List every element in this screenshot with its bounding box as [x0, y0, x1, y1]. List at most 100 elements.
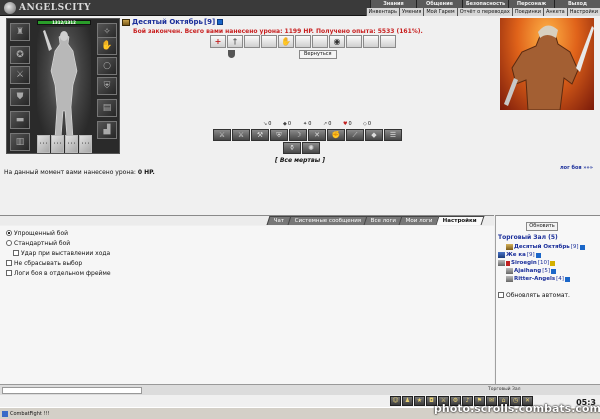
battle-log-link[interactable]: лог боя »»»	[560, 165, 593, 171]
info-icon[interactable]	[579, 244, 585, 250]
action-slot-button[interactable]: ✋	[278, 35, 294, 48]
list-item[interactable]: Десятый Октябрь [9]	[498, 243, 598, 251]
battle-item[interactable]: ⚱	[283, 142, 301, 154]
option-standard-battle[interactable]: Стандартный бой	[6, 238, 488, 248]
battle-item[interactable]: ✕	[308, 129, 326, 141]
subnav-profile[interactable]: Анкета	[542, 8, 567, 16]
toolbar-button[interactable]: ★	[414, 396, 425, 406]
option-separate-frame[interactable]: Логи боя в отдельном фрейме	[6, 268, 488, 278]
slot-pocket-3[interactable]: ⋯	[65, 135, 78, 153]
subnav-transfers[interactable]: Отчёт о переводах	[456, 8, 512, 16]
subnav-inventory[interactable]: Инвентарь	[365, 8, 399, 16]
taskbar-window-button[interactable]: CombatFight !!!	[2, 410, 49, 418]
action-slot-button[interactable]: ◉	[329, 35, 345, 48]
battle-item[interactable]: ⟋	[346, 129, 364, 141]
chat-strip: Торговый Зал	[0, 384, 600, 395]
nav-communication[interactable]: Общение	[416, 0, 462, 8]
action-slot-button[interactable]	[295, 35, 311, 48]
slot-boots[interactable]: ▟	[97, 121, 117, 139]
player-name[interactable]: Ajaihang	[514, 268, 541, 274]
tab-my-logs[interactable]: Мои логи	[398, 216, 441, 225]
auto-refresh-option[interactable]: Обновлять автомат.	[498, 290, 570, 300]
slot-shield[interactable]: ⛨	[97, 77, 117, 95]
slot-pocket-2[interactable]: ⋯	[51, 135, 64, 153]
tab-settings[interactable]: Настройки	[435, 216, 485, 225]
subnav-harem[interactable]: Мой Гарем	[423, 8, 457, 16]
back-button[interactable]: Вернуться	[299, 49, 337, 59]
refresh-button[interactable]: Обновить	[526, 222, 558, 231]
slot-amulet[interactable]: ✪	[10, 46, 30, 64]
player-name[interactable]: Ritter-Angels	[514, 276, 555, 282]
toolbar-button[interactable]: ☺	[390, 396, 401, 406]
option-strike-on-move[interactable]: Удар при выставлении хода	[6, 248, 488, 258]
action-slot-button[interactable]	[261, 35, 277, 48]
checkbox[interactable]	[6, 270, 12, 276]
tab-system-messages[interactable]: Системные сообщения	[287, 216, 369, 225]
nav-security[interactable]: Безопасность	[462, 0, 508, 8]
slot-ring[interactable]: ○	[97, 57, 117, 75]
info-icon[interactable]	[564, 276, 570, 282]
info-icon[interactable]	[217, 19, 224, 25]
option-simplified-battle[interactable]: Упрощенный бой	[6, 228, 488, 238]
checkbox[interactable]	[13, 250, 19, 256]
slot-weapon[interactable]: ⚔	[10, 66, 30, 84]
info-icon[interactable]	[551, 268, 557, 274]
hand-icon: ✋	[281, 37, 291, 46]
slot-armor[interactable]: ⛊	[10, 88, 30, 106]
heal-button[interactable]: +	[210, 35, 226, 48]
slot-belt[interactable]: ▬	[10, 111, 30, 129]
radio-button[interactable]	[6, 240, 12, 246]
player-name[interactable]: Же ка	[506, 252, 526, 258]
battle-item[interactable]: ⚔	[213, 129, 231, 141]
slot-bracer[interactable]: ▤	[97, 99, 117, 117]
battle-item[interactable]: ☽	[289, 129, 307, 141]
battle-item[interactable]: ⚔	[232, 129, 250, 141]
battle-item[interactable]: ⛨	[270, 129, 288, 141]
slot-pocket-4[interactable]: ⋯	[79, 135, 92, 153]
slot-gloves[interactable]: ✋	[97, 37, 117, 55]
player-name[interactable]: Siroegin	[511, 260, 537, 266]
nav-knowledge[interactable]: Знания	[370, 0, 416, 8]
list-item[interactable]: Ajaihang [5]	[498, 267, 598, 275]
battle-item[interactable]: ⚒	[251, 129, 269, 141]
checkbox[interactable]	[6, 260, 12, 266]
option-keep-choice[interactable]: Не сбрасывать выбор	[6, 258, 488, 268]
info-icon[interactable]	[550, 260, 556, 266]
list-item[interactable]: Siroegin [10]	[498, 259, 598, 267]
slot-pants[interactable]: ▥	[10, 133, 30, 151]
subnav-settings[interactable]: Настройки	[566, 8, 600, 16]
player-name[interactable]: Десятый Октябрь	[514, 244, 570, 250]
battle-item[interactable]: ☰	[384, 129, 402, 141]
action-slot-button[interactable]	[244, 35, 260, 48]
character-title: Десятый Октябрь [9]	[122, 18, 224, 26]
action-slot-button[interactable]	[346, 35, 362, 48]
cross-icon: ✕	[314, 131, 320, 139]
battle-item[interactable]: ✊	[327, 129, 345, 141]
toolbar-button[interactable]: ♟	[402, 396, 413, 406]
list-item[interactable]: Ritter-Angels [4]	[498, 275, 598, 283]
damage-value: 0 HP.	[137, 169, 155, 176]
info-icon[interactable]	[535, 252, 541, 258]
nav-exit[interactable]: Выход	[554, 0, 600, 8]
flame-icon: ✺	[308, 144, 314, 152]
heart-icon: ♥	[343, 121, 348, 127]
diamond-icon: ◇	[363, 121, 367, 127]
nav-character[interactable]: Персонаж	[508, 0, 554, 8]
slot-pocket-1[interactable]: ⋯	[37, 135, 50, 153]
battle-item[interactable]: ✺	[302, 142, 320, 154]
list-item[interactable]: Же ка [9]	[498, 251, 598, 259]
battle-item[interactable]: ◆	[365, 129, 383, 141]
slot-helmet[interactable]: ♜	[10, 23, 30, 41]
top-nav: Знания Общение Безопасность Персонаж Вых…	[370, 0, 600, 8]
radio-button-checked[interactable]	[6, 230, 12, 236]
chat-input[interactable]	[2, 387, 142, 394]
character-name[interactable]: Десятый Октябрь	[132, 18, 203, 26]
subnav-duels[interactable]: Поединки	[511, 8, 543, 16]
action-slot-button[interactable]	[312, 35, 328, 48]
action-slot-button[interactable]	[380, 35, 396, 48]
subnav-skills[interactable]: Умения	[398, 8, 424, 16]
checkbox[interactable]	[498, 292, 504, 298]
action-slot-button[interactable]	[363, 35, 379, 48]
action-slot-button[interactable]: †	[227, 35, 243, 48]
player-level: [5]	[542, 268, 551, 274]
